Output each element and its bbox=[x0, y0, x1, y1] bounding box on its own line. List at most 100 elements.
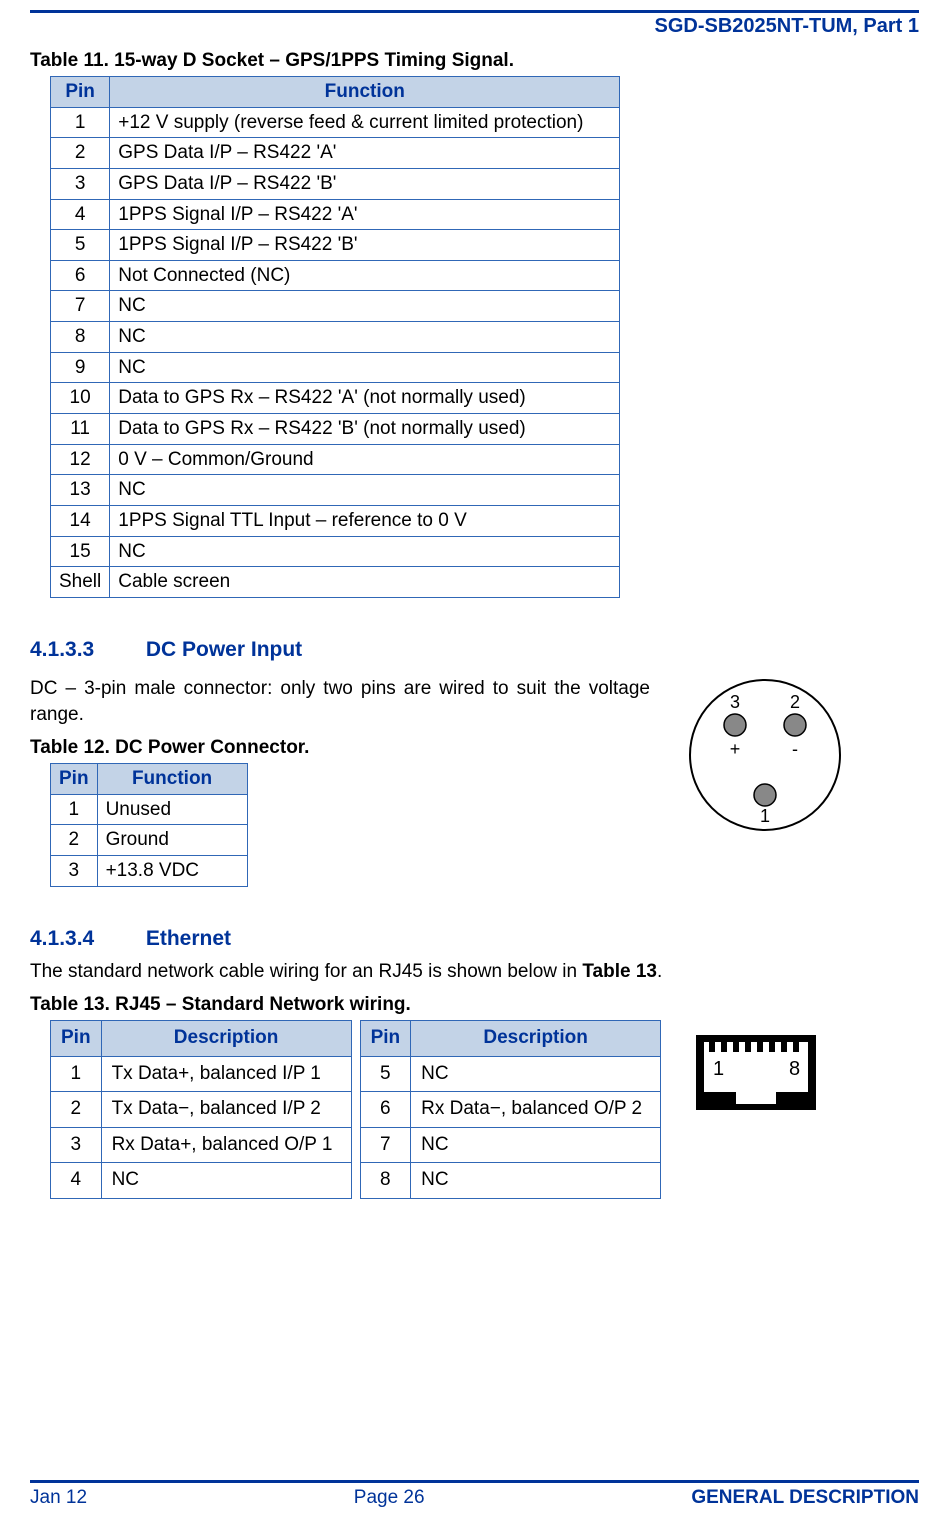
eth-para-post: . bbox=[657, 961, 662, 982]
func-cell: NC bbox=[110, 352, 620, 383]
table-row: 8NC bbox=[360, 1163, 661, 1199]
pin-cell: 4 bbox=[51, 199, 110, 230]
section-title: Ethernet bbox=[146, 927, 231, 950]
func-cell: 1PPS Signal I/P – RS422 'A' bbox=[110, 199, 620, 230]
func-cell: Cable screen bbox=[110, 567, 620, 598]
dc-connector-diagram: 3 2 + - 1 bbox=[680, 670, 850, 840]
desc-cell: NC bbox=[101, 1163, 351, 1199]
pin-cell: 3 bbox=[51, 856, 98, 887]
table-row: 1Unused bbox=[51, 794, 248, 825]
desc-cell: NC bbox=[411, 1127, 661, 1163]
table-row: 2GPS Data I/P – RS422 'A' bbox=[51, 138, 620, 169]
pin3-label: 3 bbox=[730, 692, 740, 712]
table-row: 7NC bbox=[360, 1127, 661, 1163]
pin-cell: 1 bbox=[51, 794, 98, 825]
col-pin: Pin bbox=[51, 1021, 102, 1057]
pin-cell: 2 bbox=[51, 138, 110, 169]
desc-cell: NC bbox=[411, 1056, 661, 1092]
table-row: 2Tx Data−, balanced I/P 2 bbox=[51, 1092, 352, 1128]
func-cell: Unused bbox=[97, 794, 247, 825]
table-row: 1Tx Data+, balanced I/P 1 bbox=[51, 1056, 352, 1092]
pin-cell: 2 bbox=[51, 1092, 102, 1128]
table-row: ShellCable screen bbox=[51, 567, 620, 598]
table12: Pin Function 1Unused 2Ground 3+13.8 VDC bbox=[50, 763, 248, 887]
table11-header-row: Pin Function bbox=[51, 77, 620, 108]
pin-cell: 1 bbox=[51, 1056, 102, 1092]
pin-cell: 2 bbox=[51, 825, 98, 856]
col-pin: Pin bbox=[360, 1021, 411, 1057]
table-row: 9NC bbox=[51, 352, 620, 383]
func-cell: Data to GPS Rx – RS422 'A' (not normally… bbox=[110, 383, 620, 414]
pin-cell: 9 bbox=[51, 352, 110, 383]
desc-cell: Tx Data−, balanced I/P 2 bbox=[101, 1092, 351, 1128]
func-cell: +13.8 VDC bbox=[97, 856, 247, 887]
col-function: Function bbox=[110, 77, 620, 108]
func-cell: GPS Data I/P – RS422 'A' bbox=[110, 138, 620, 169]
rj45-pin8-label: 8 bbox=[789, 1058, 800, 1080]
table-row: 11Data to GPS Rx – RS422 'B' (not normal… bbox=[51, 414, 620, 445]
func-cell: 0 V – Common/Ground bbox=[110, 444, 620, 475]
section-ethernet: 4.1.3.4 Ethernet bbox=[30, 927, 919, 951]
eth-para-ref: Table 13 bbox=[582, 961, 657, 982]
col-pin: Pin bbox=[51, 764, 98, 795]
pin-cell: 10 bbox=[51, 383, 110, 414]
table11: Pin Function 1+12 V supply (reverse feed… bbox=[50, 76, 620, 598]
table-row: 41PPS Signal I/P – RS422 'A' bbox=[51, 199, 620, 230]
rj45-pin1-label: 1 bbox=[713, 1058, 724, 1080]
pin-cell: 6 bbox=[51, 260, 110, 291]
table-row: 3GPS Data I/P – RS422 'B' bbox=[51, 168, 620, 199]
func-cell: 1PPS Signal I/P – RS422 'B' bbox=[110, 230, 620, 261]
table-row: 3Rx Data+, balanced O/P 1 bbox=[51, 1127, 352, 1163]
func-cell: NC bbox=[110, 475, 620, 506]
eth-para-pre: The standard network cable wiring for an… bbox=[30, 961, 582, 982]
table-row: 141PPS Signal TTL Input – reference to 0… bbox=[51, 505, 620, 536]
footer-rule bbox=[30, 1480, 919, 1483]
ethernet-paragraph: The standard network cable wiring for an… bbox=[30, 959, 919, 985]
pin-cell: 5 bbox=[360, 1056, 411, 1092]
dc-power-paragraph: DC – 3-pin male connector: only two pins… bbox=[30, 676, 650, 727]
table13: Pin Description 1Tx Data+, balanced I/P … bbox=[50, 1020, 661, 1199]
section-title: DC Power Input bbox=[146, 638, 302, 661]
desc-cell: Rx Data+, balanced O/P 1 bbox=[101, 1127, 351, 1163]
func-cell: Ground bbox=[97, 825, 247, 856]
table-row: 51PPS Signal I/P – RS422 'B' bbox=[51, 230, 620, 261]
table11-caption: Table 11. 15-way D Socket – GPS/1PPS Tim… bbox=[30, 50, 919, 72]
table-row: 10Data to GPS Rx – RS422 'A' (not normal… bbox=[51, 383, 620, 414]
pin1-label: 1 bbox=[760, 806, 770, 826]
section-number: 4.1.3.4 bbox=[30, 927, 140, 951]
func-cell: +12 V supply (reverse feed & current lim… bbox=[110, 107, 620, 138]
minus-label: - bbox=[792, 739, 798, 759]
table12-caption: Table 12. DC Power Connector. bbox=[30, 737, 650, 759]
table-row: 4NC bbox=[51, 1163, 352, 1199]
footer-section: GENERAL DESCRIPTION bbox=[691, 1487, 919, 1509]
func-cell: Not Connected (NC) bbox=[110, 260, 620, 291]
func-cell: Data to GPS Rx – RS422 'B' (not normally… bbox=[110, 414, 620, 445]
pin-cell: 7 bbox=[360, 1127, 411, 1163]
pin-cell: 13 bbox=[51, 475, 110, 506]
pin-cell: 7 bbox=[51, 291, 110, 322]
doc-title: SGD-SB2025NT-TUM, Part 1 bbox=[30, 13, 919, 44]
col-function: Function bbox=[97, 764, 247, 795]
table-row: 6Rx Data−, balanced O/P 2 bbox=[360, 1092, 661, 1128]
pin-cell: 3 bbox=[51, 168, 110, 199]
footer-page: Page 26 bbox=[354, 1487, 425, 1509]
footer-date: Jan 12 bbox=[30, 1487, 87, 1509]
func-cell: NC bbox=[110, 291, 620, 322]
pin2-label: 2 bbox=[790, 692, 800, 712]
func-cell: NC bbox=[110, 536, 620, 567]
table-row: 7NC bbox=[51, 291, 620, 322]
table-row: 13NC bbox=[51, 475, 620, 506]
table13-caption: Table 13. RJ45 – Standard Network wiring… bbox=[30, 994, 919, 1016]
table12-header-row: Pin Function bbox=[51, 764, 248, 795]
table13-left: Pin Description 1Tx Data+, balanced I/P … bbox=[50, 1020, 352, 1199]
table-header-row: Pin Description bbox=[51, 1021, 352, 1057]
section-dc-power: 4.1.3.3 DC Power Input bbox=[30, 638, 919, 662]
table-row: 15NC bbox=[51, 536, 620, 567]
desc-cell: NC bbox=[411, 1163, 661, 1199]
desc-cell: Tx Data+, balanced I/P 1 bbox=[101, 1056, 351, 1092]
pin-cell: 14 bbox=[51, 505, 110, 536]
table-row: 8NC bbox=[51, 322, 620, 353]
pin-cell: 8 bbox=[51, 322, 110, 353]
plus-label: + bbox=[730, 739, 741, 759]
footer: Jan 12 Page 26 GENERAL DESCRIPTION bbox=[30, 1480, 919, 1509]
